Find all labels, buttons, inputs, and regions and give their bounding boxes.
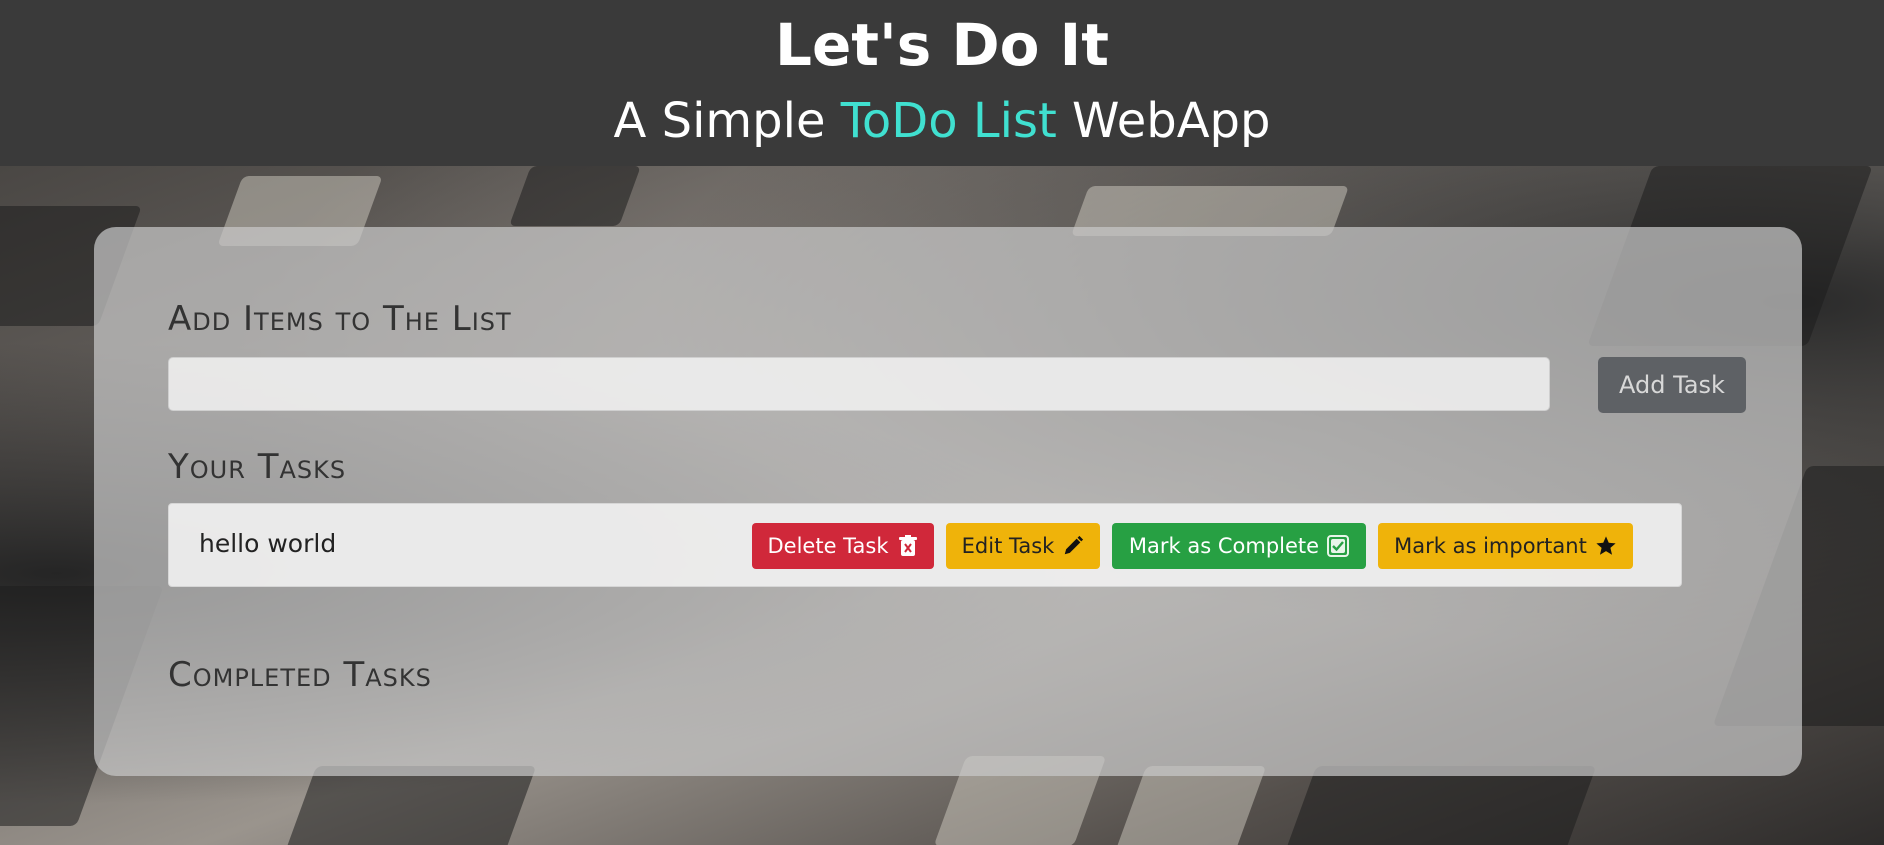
mark-important-label: Mark as important	[1394, 534, 1587, 558]
delete-task-button[interactable]: Delete Task	[752, 523, 934, 569]
mark-important-button[interactable]: Mark as important	[1378, 523, 1633, 569]
add-items-heading: Add Items to The List	[168, 299, 512, 339]
star-icon	[1595, 535, 1617, 557]
check-square-icon	[1327, 535, 1350, 557]
your-tasks-heading: Your Tasks	[168, 447, 347, 487]
subtitle-prefix: A Simple	[613, 93, 841, 149]
task-input[interactable]	[168, 357, 1550, 411]
mark-complete-button[interactable]: Mark as Complete	[1112, 523, 1366, 569]
completed-tasks-heading: Completed Tasks	[168, 655, 432, 695]
subtitle-suffix: WebApp	[1056, 93, 1271, 149]
page-title: Let's Do It	[775, 11, 1109, 79]
todo-card: Add Items to The List Add Task Your Task…	[94, 227, 1802, 776]
edit-task-button[interactable]: Edit Task	[946, 523, 1100, 569]
mark-complete-label: Mark as Complete	[1128, 534, 1320, 558]
pencil-icon	[1062, 535, 1084, 557]
page-subtitle: A Simple ToDo List WebApp	[0, 88, 1884, 154]
add-task-button[interactable]: Add Task	[1598, 357, 1746, 413]
task-item: hello world Delete Task Edit Task Mark a…	[168, 503, 1682, 587]
trash-x-icon	[897, 535, 919, 557]
edit-task-label: Edit Task	[961, 534, 1055, 558]
subtitle-accent: ToDo List	[840, 93, 1057, 149]
delete-task-label: Delete Task	[767, 534, 889, 558]
task-text: hello world	[199, 529, 337, 558]
page-header: Let's Do It A Simple ToDo List WebApp	[0, 0, 1884, 166]
